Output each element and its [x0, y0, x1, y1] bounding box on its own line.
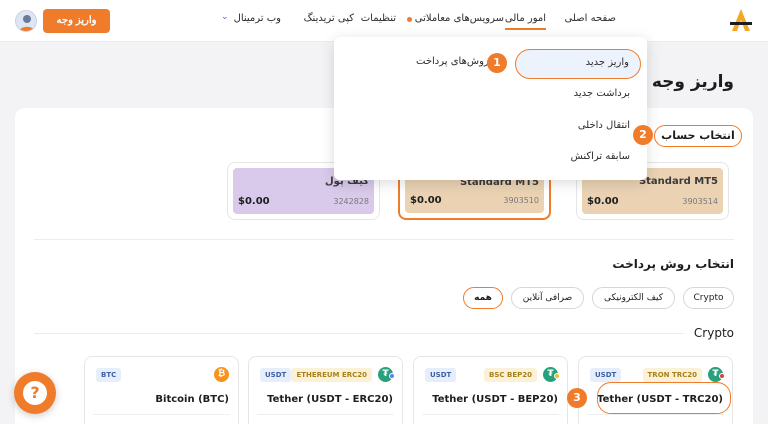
help-icon: ?: [23, 381, 47, 405]
step-marker-3: 3: [567, 388, 587, 408]
coin-name: Tether (USDT - BEP20): [432, 394, 558, 405]
divider: [34, 239, 734, 240]
nav-copy-trading[interactable]: کپی تریدینگ: [304, 13, 354, 24]
menu-item-new-deposit[interactable]: واریز جدید: [586, 57, 629, 68]
nav-home[interactable]: صفحه اصلی: [565, 13, 616, 24]
top-navigation-bar: صفحه اصلی امور مالی سرویس‌های معاملاتی ت…: [0, 0, 768, 42]
menu-item-new-withdrawal[interactable]: برداشت جدید: [574, 88, 630, 99]
payment-method-heading: انتخاب روش پرداخت: [612, 257, 734, 271]
tron-badge-icon: [719, 373, 725, 379]
filter-chip-e-wallet[interactable]: کیف الکترونیکی: [592, 287, 675, 309]
nav-web-terminal[interactable]: وب ترمینال: [234, 13, 281, 24]
asset-tag: BTC: [96, 368, 122, 382]
account-balance: $0.00: [238, 196, 270, 207]
select-account-heading: انتخاب حساب: [654, 125, 742, 147]
coin-card-usdt-erc20[interactable]: ₮ ETHEREUM ERC20 USDT Tether (USDT - ERC…: [248, 356, 403, 424]
account-balance: $0.00: [587, 196, 619, 207]
bsc-badge-icon: [554, 373, 560, 379]
divider: [93, 414, 230, 415]
network-tag: BSC BEP20: [484, 368, 537, 382]
asset-tag: USDT: [425, 368, 457, 382]
divider: [587, 414, 724, 415]
coin-card-btc[interactable]: ₿ BTC Bitcoin (BTC): [84, 356, 239, 424]
crypto-group-label: Crypto: [693, 326, 734, 340]
help-button[interactable]: ?: [14, 372, 56, 414]
network-tag: TRON TRC20: [642, 368, 702, 382]
asset-tag: USDT: [260, 368, 292, 382]
ethereum-badge-icon: [389, 373, 395, 379]
step-marker-2: 2: [633, 125, 653, 145]
filter-chip-online-exchange[interactable]: صرافی آنلاین: [511, 287, 584, 309]
payment-methods-label: روش‌های پرداخت: [416, 56, 489, 67]
page-title: واریز وجه: [651, 72, 734, 92]
bitcoin-icon: ₿: [214, 367, 229, 382]
filter-chip-all[interactable]: همه: [463, 287, 503, 309]
nav-settings[interactable]: تنظیمات: [361, 13, 396, 24]
network-tag: ETHEREUM ERC20: [291, 368, 372, 382]
menu-item-transaction-history[interactable]: سابقه تراکنش: [571, 151, 630, 162]
coin-card-usdt-bep20[interactable]: ₮ BSC BEP20 USDT Tether (USDT - BEP20): [413, 356, 568, 424]
menu-item-internal-transfer[interactable]: انتقال داخلی: [578, 120, 630, 131]
account-name: Standard MT5: [638, 176, 718, 187]
step-marker-1: 1: [487, 53, 507, 73]
brand-logo[interactable]: [728, 7, 754, 33]
notification-dot: [407, 17, 412, 22]
account-number: 3903510: [503, 196, 539, 205]
filter-chip-crypto[interactable]: Crypto: [683, 287, 734, 309]
user-avatar-icon[interactable]: [15, 10, 37, 32]
nav-finance[interactable]: امور مالی: [504, 13, 547, 30]
step-3-highlight: [597, 382, 731, 414]
asset-tag: USDT: [590, 368, 622, 382]
account-balance: $0.00: [410, 195, 442, 206]
divider: [34, 333, 684, 334]
divider: [422, 414, 559, 415]
account-number: 3242828: [333, 197, 369, 206]
coin-name: Tether (USDT - ERC20): [267, 394, 393, 405]
deposit-button[interactable]: واریز وجه: [43, 9, 110, 33]
account-number: 3903514: [682, 197, 718, 206]
chevron-down-icon[interactable]: ⌄: [221, 12, 229, 22]
divider: [257, 414, 394, 415]
coin-name: Bitcoin (BTC): [155, 394, 229, 405]
nav-trading-services[interactable]: سرویس‌های معاملاتی: [415, 13, 504, 24]
